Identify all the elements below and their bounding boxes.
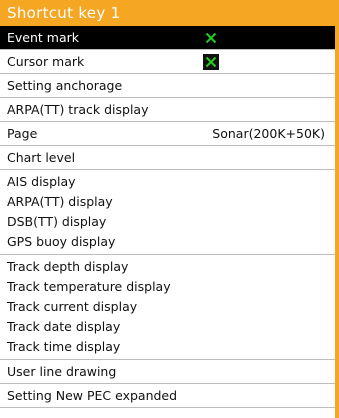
checkmark-icon [203, 30, 219, 46]
menu-item-label: Setting anchorage [7, 78, 123, 93]
menu-item-label: Cursor mark [7, 54, 85, 69]
menu-item-setting-anchorage[interactable]: Setting anchorage [0, 74, 335, 98]
menu-group-target-displays: AIS display ARPA(TT) display DSB(TT) dis… [0, 170, 335, 255]
menu-item-label: User line drawing [7, 364, 117, 379]
menu-group-track-displays: Track depth display Track temperature di… [0, 255, 335, 360]
menu-item-track-time-display[interactable]: Track time display [7, 337, 335, 357]
panel-title: Shortcut key 1 [0, 0, 335, 26]
menu-item-arpa-display[interactable]: ARPA(TT) display [7, 192, 335, 212]
menu-item-track-current-display[interactable]: Track current display [7, 297, 335, 317]
menu-item-label: Chart level [7, 150, 76, 165]
menu-item-chart-level[interactable]: Chart level [0, 146, 335, 170]
shortcut-menu: Event mark Cursor mark Setting anchorage… [0, 26, 335, 408]
menu-item-label: ARPA(TT) track display [7, 102, 149, 117]
menu-item-page[interactable]: Page Sonar(200K+50K) [0, 122, 335, 146]
menu-item-arpa-track-display[interactable]: ARPA(TT) track display [0, 98, 335, 122]
menu-item-track-date-display[interactable]: Track date display [7, 317, 335, 337]
menu-item-label: Setting New PEC expanded [7, 388, 178, 403]
menu-item-event-mark[interactable]: Event mark [0, 26, 335, 50]
shortcut-key-panel: Shortcut key 1 Event mark Cursor mark Se… [0, 0, 339, 418]
checkmark-icon [203, 54, 219, 70]
menu-item-gps-buoy-display[interactable]: GPS buoy display [7, 232, 335, 252]
menu-item-setting-new-pec-expanded[interactable]: Setting New PEC expanded [0, 384, 335, 408]
menu-item-label: Page [7, 126, 38, 141]
menu-item-dsb-display[interactable]: DSB(TT) display [7, 212, 335, 232]
menu-item-ais-display[interactable]: AIS display [7, 172, 335, 192]
menu-item-track-temperature-display[interactable]: Track temperature display [7, 277, 335, 297]
page-value: Sonar(200K+50K) [212, 126, 325, 141]
menu-item-cursor-mark[interactable]: Cursor mark [0, 50, 335, 74]
menu-item-user-line-drawing[interactable]: User line drawing [0, 360, 335, 384]
menu-item-label: Event mark [7, 30, 79, 45]
menu-item-track-depth-display[interactable]: Track depth display [7, 257, 335, 277]
